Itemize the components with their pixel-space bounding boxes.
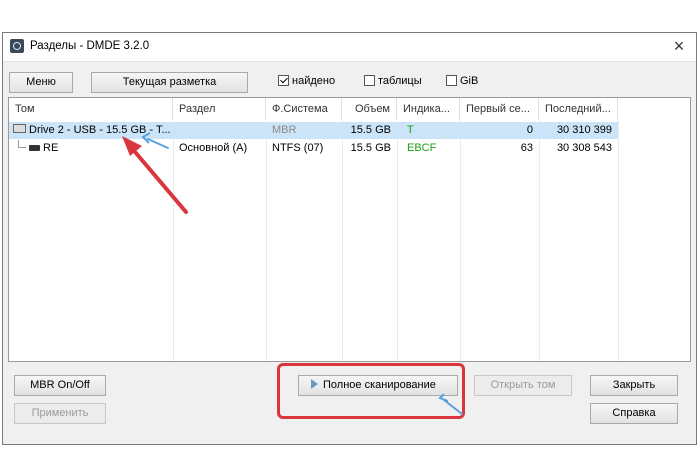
blue-arrow-icon xyxy=(141,132,169,149)
red-arrow-icon xyxy=(122,136,188,214)
annotation-overlay xyxy=(122,132,463,415)
blue-arrow-icon xyxy=(438,393,463,415)
